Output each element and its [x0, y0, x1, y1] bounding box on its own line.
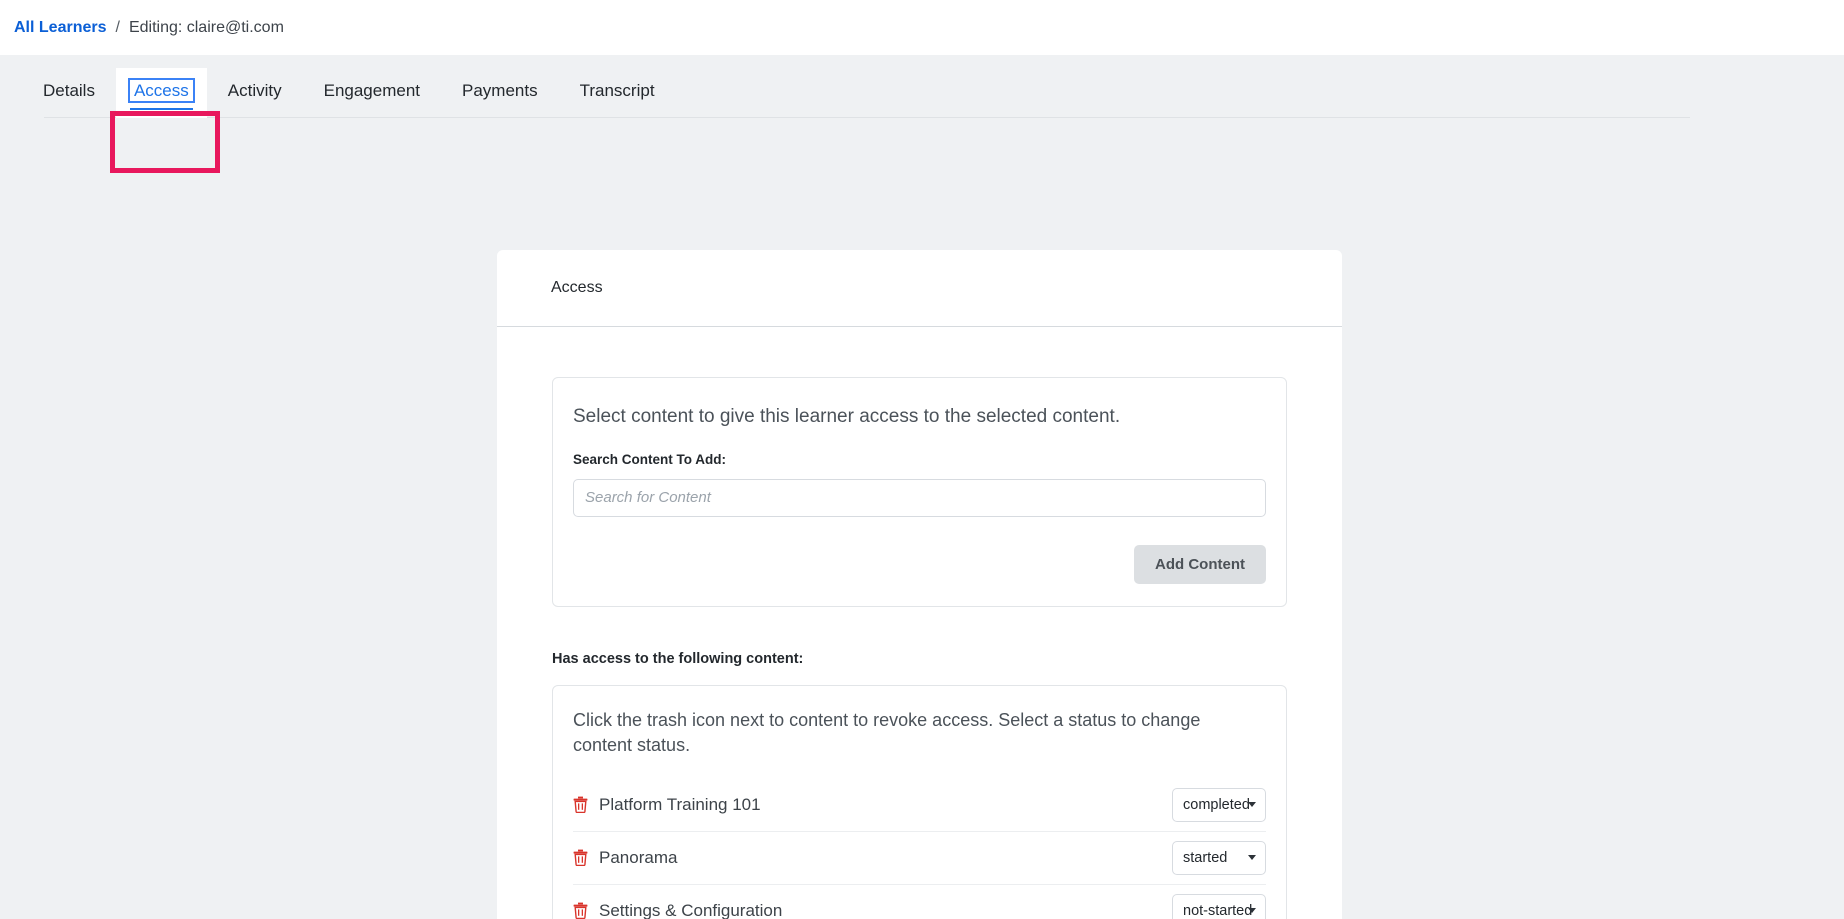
tab-access[interactable]: Access	[115, 68, 207, 118]
table-row: Settings & Configuration not-started	[573, 885, 1266, 919]
add-content-button[interactable]: Add Content	[1134, 544, 1266, 584]
breadcrumb-separator: /	[115, 18, 120, 36]
chevron-down-icon	[1248, 908, 1256, 914]
chevron-down-icon	[1248, 802, 1256, 808]
tab-engagement[interactable]: Engagement	[303, 82, 441, 118]
breadcrumb-all-learners-link[interactable]: All Learners	[14, 19, 106, 37]
search-content-input[interactable]	[573, 478, 1266, 517]
trash-icon	[573, 849, 588, 867]
content-title: Settings & Configuration	[599, 900, 783, 919]
tab-payments[interactable]: Payments	[441, 82, 559, 118]
tab-activity-label: Activity	[227, 81, 282, 100]
status-value: started	[1183, 849, 1228, 866]
status-dropdown[interactable]: not-started	[1172, 893, 1266, 919]
tab-bar-container: Details Access Activity Engagement Payme…	[0, 55, 1844, 173]
tab-engagement-label: Engagement	[323, 81, 421, 100]
row-content-cell: Panorama	[573, 848, 677, 868]
annotation-highlight-box	[110, 111, 220, 173]
access-list: Platform Training 101 completed Panorama…	[573, 779, 1266, 919]
table-row: Platform Training 101 completed	[573, 779, 1266, 832]
tab-transcript-label: Transcript	[579, 81, 655, 100]
delete-access-button[interactable]	[573, 796, 588, 814]
add-content-actions: Add Content	[573, 544, 1266, 584]
row-content-cell: Settings & Configuration	[573, 901, 782, 919]
tab-access-label: Access	[127, 78, 195, 103]
access-card: Access Select content to give this learn…	[497, 250, 1342, 919]
tab-payments-label: Payments	[462, 81, 538, 100]
status-value: completed	[1183, 796, 1250, 813]
row-content-cell: Platform Training 101	[573, 795, 761, 815]
page-title: Access	[551, 279, 603, 296]
content-title: Panorama	[599, 847, 678, 867]
tab-details[interactable]: Details	[22, 82, 116, 118]
content-title: Platform Training 101	[599, 794, 761, 814]
tab-activity[interactable]: Activity	[207, 82, 303, 118]
trash-icon	[573, 902, 588, 919]
breadcrumb-current-item: Editing: claire@ti.com	[128, 18, 284, 36]
tab-details-label: Details	[43, 81, 95, 100]
card-body: Select content to give this learner acce…	[497, 327, 1342, 919]
tab-transcript[interactable]: Transcript	[559, 82, 676, 118]
access-list-panel: Click the trash icon next to content to …	[552, 684, 1287, 919]
trash-icon	[573, 796, 588, 814]
status-dropdown[interactable]: started	[1172, 840, 1266, 875]
tab-bar: Details Access Activity Engagement Payme…	[0, 55, 1844, 118]
breadcrumb: All Learners / Editing: claire@ti.com	[0, 0, 1844, 55]
add-content-panel: Select content to give this learner acce…	[552, 377, 1287, 607]
table-row: Panorama started	[573, 832, 1266, 885]
card-header: Access	[497, 250, 1342, 327]
status-dropdown[interactable]: completed	[1172, 787, 1266, 822]
has-access-heading: Has access to the following content:	[552, 650, 804, 667]
delete-access-button[interactable]	[573, 849, 588, 867]
search-content-label: Search Content To Add:	[573, 451, 726, 467]
status-value: not-started	[1183, 902, 1253, 919]
access-list-description: Click the trash icon next to content to …	[573, 709, 1201, 756]
delete-access-button[interactable]	[573, 902, 588, 919]
chevron-down-icon	[1248, 855, 1256, 861]
add-content-description: Select content to give this learner acce…	[573, 406, 1121, 427]
